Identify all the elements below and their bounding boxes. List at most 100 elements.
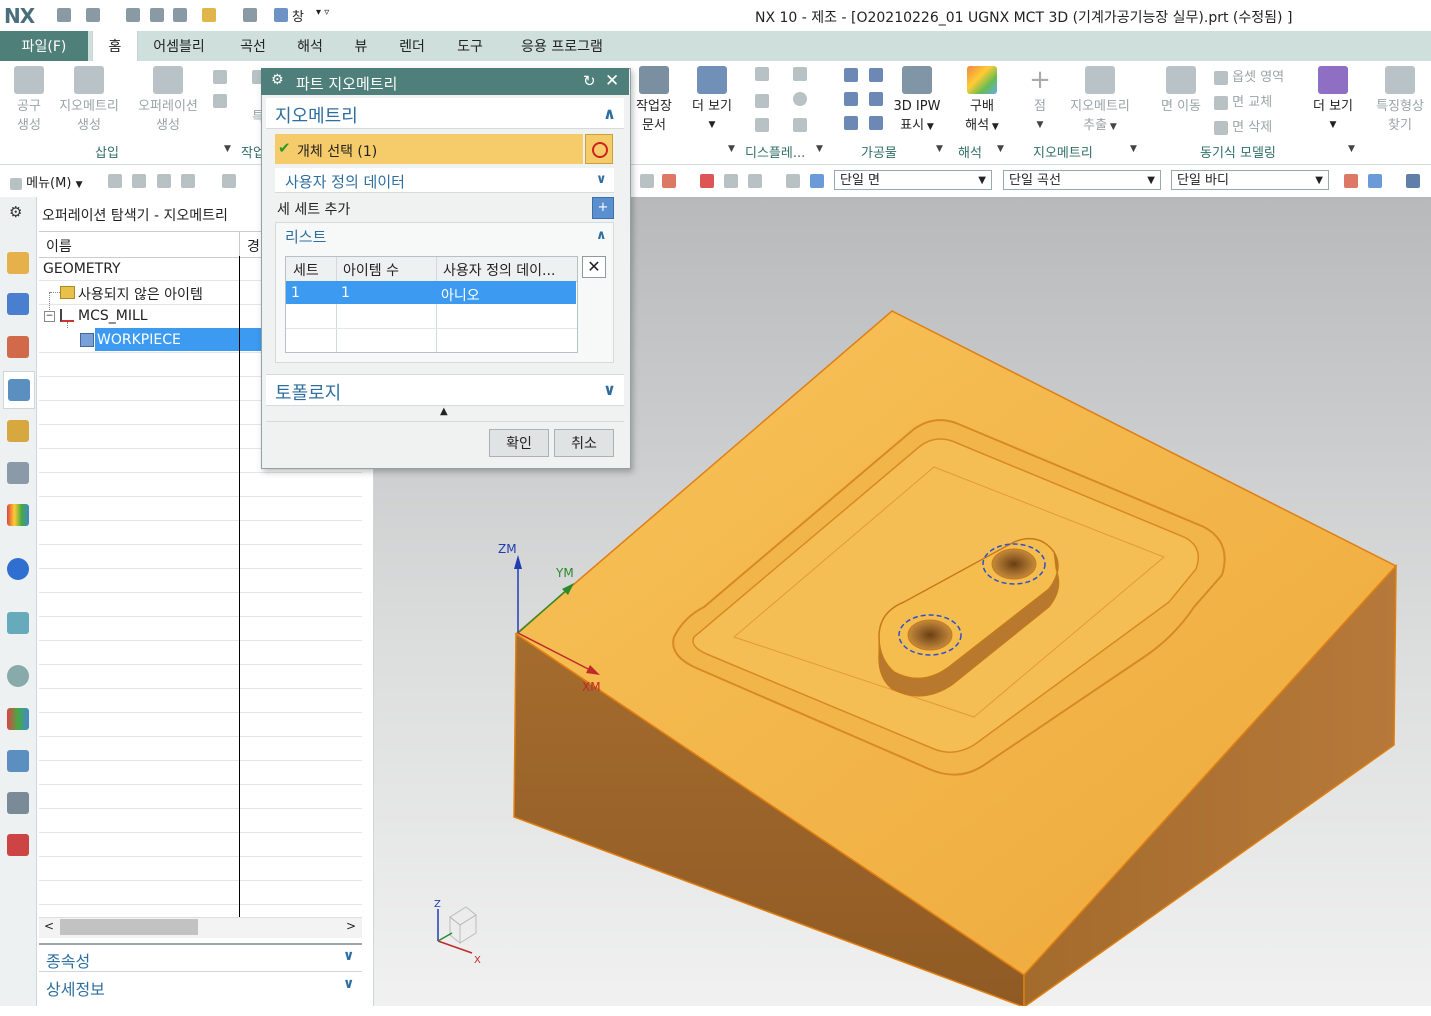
part-navigator-icon[interactable] [7, 336, 29, 358]
reuse-library-icon[interactable] [7, 504, 29, 526]
tab-file[interactable]: 파일(F) [0, 31, 88, 61]
small-tool-icon[interactable] [213, 94, 227, 108]
group-expand-icon[interactable]: ▼ [1348, 144, 1355, 154]
system-scenes-icon[interactable] [7, 834, 29, 856]
table-row[interactable] [286, 281, 576, 304]
display-icon[interactable] [755, 118, 769, 132]
tab-tools[interactable]: 도구 [447, 31, 493, 61]
history-clock-icon[interactable] [7, 665, 29, 687]
operation-navigator-tab[interactable] [3, 371, 35, 409]
point-button[interactable]: + 점 ▼ [1025, 66, 1055, 135]
toolbar-icon[interactable] [700, 174, 714, 188]
table-header-user-data[interactable]: 사용자 정의 데이... [443, 260, 555, 280]
window-menu[interactable]: 창 [292, 6, 304, 25]
draft-analysis-button[interactable]: 구배 해석 ▼ [958, 66, 1006, 137]
column-header-path[interactable]: 경 [247, 236, 260, 256]
tab-applications[interactable]: 응용 프로그램 [506, 31, 618, 61]
machining-icon[interactable] [869, 68, 883, 82]
table-header-item-count[interactable]: 아이템 수 [343, 260, 399, 280]
toolbar-icon[interactable] [640, 174, 654, 188]
machining-icon[interactable] [869, 116, 883, 130]
body-filter-dropdown[interactable]: 단일 바디 ▼ [1171, 170, 1329, 190]
group-expand-icon[interactable]: ▼ [1130, 144, 1137, 154]
touch-mode-icon[interactable] [243, 8, 257, 22]
toolbar-icon[interactable] [157, 174, 171, 188]
toolbar-icon[interactable] [786, 174, 800, 188]
scroll-right-icon[interactable]: > [346, 919, 356, 933]
chevron-up-icon[interactable]: ∧ [603, 104, 616, 123]
display-icon[interactable] [793, 92, 807, 106]
chevron-down-icon[interactable]: ∨ [343, 948, 354, 964]
group-expand-icon[interactable]: ▼ [728, 144, 735, 154]
toolbar-icon[interactable] [132, 174, 146, 188]
replace-face-button[interactable]: 면 교체 [1214, 91, 1272, 110]
curve-filter-dropdown[interactable]: 단일 곡선 ▼ [1003, 170, 1161, 190]
tab-assembly[interactable]: 어셈블리 [142, 31, 216, 61]
toolbar-icon[interactable] [662, 174, 676, 188]
group-expand-icon[interactable]: ▼ [997, 144, 1004, 154]
close-icon[interactable]: ✕ [605, 71, 619, 91]
delete-face-button[interactable]: 면 삭제 [1214, 116, 1272, 135]
cut-icon[interactable] [126, 8, 140, 22]
dialog-gear-icon[interactable]: ⚙ [271, 72, 284, 88]
group-expand-icon[interactable]: ▼ [224, 144, 231, 154]
undo-icon[interactable] [86, 8, 100, 22]
scrollbar-thumb[interactable] [60, 919, 198, 935]
display-icon[interactable] [755, 94, 769, 108]
display-icon[interactable] [755, 67, 769, 81]
tab-render[interactable]: 렌더 [389, 31, 435, 61]
toolbar-icon[interactable] [1344, 174, 1358, 188]
add-new-set-button[interactable]: + [592, 197, 614, 219]
select-object-button[interactable] [585, 134, 613, 164]
chevron-down-icon[interactable]: ∨ [596, 172, 607, 187]
tree-item-workpiece[interactable]: WORKPIECE [97, 332, 181, 348]
small-tool-icon[interactable] [213, 70, 227, 84]
face-filter-dropdown[interactable]: 단일 면 ▼ [834, 170, 992, 190]
chevron-down-icon[interactable]: ∨ [603, 380, 616, 399]
window-icon[interactable] [274, 8, 288, 22]
hd3d-tools-icon[interactable] [7, 558, 29, 580]
menu-button[interactable]: 메뉴(M) ▼ [10, 172, 82, 191]
roles-icon[interactable] [7, 792, 29, 814]
machining-icon[interactable] [844, 116, 858, 130]
toolbar-icon[interactable] [724, 174, 738, 188]
create-tool-button[interactable]: 공구 생성 [8, 66, 50, 135]
chevron-down-icon[interactable]: ∨ [343, 976, 354, 992]
move-face-button[interactable]: 면 이동 [1156, 66, 1206, 116]
toolbar-icon[interactable] [222, 174, 236, 188]
group-expand-icon[interactable]: ▼ [816, 144, 823, 154]
ok-button[interactable]: 확인 [489, 429, 549, 457]
process-studio-icon[interactable] [7, 750, 29, 772]
cancel-button[interactable]: 취소 [554, 429, 614, 457]
tab-analysis[interactable]: 해석 [287, 31, 333, 61]
arrow-right-icon[interactable] [1368, 174, 1382, 188]
tree-item-geometry[interactable]: GEOMETRY [43, 261, 121, 277]
hole-1[interactable] [907, 619, 953, 651]
machining-icon[interactable] [844, 92, 858, 106]
tree-item-mcs-mill[interactable]: MCS_MILL [78, 308, 148, 324]
system-materials-icon[interactable] [7, 708, 29, 730]
create-operation-button[interactable]: 오퍼레이션 생성 [131, 66, 205, 135]
repeat-command-icon[interactable] [202, 8, 216, 22]
create-geometry-button[interactable]: 지오메트리 생성 [52, 66, 126, 135]
reset-icon[interactable]: ↻ [583, 72, 596, 90]
offset-region-button[interactable]: 옵셋 영역 [1214, 66, 1284, 85]
assembly-navigator-icon[interactable] [7, 252, 29, 274]
save-icon[interactable] [57, 8, 71, 22]
toolbar-icon[interactable] [1406, 174, 1420, 188]
paste-icon[interactable] [173, 8, 187, 22]
tab-home[interactable]: 홈 [92, 31, 138, 61]
settings-gear-icon[interactable]: ⚙ [9, 203, 22, 221]
copy-icon[interactable] [150, 8, 164, 22]
find-features-button[interactable]: 특징형상 찾기 [1370, 66, 1430, 135]
toolbar-icon[interactable] [748, 174, 762, 188]
web-browser-icon[interactable] [7, 612, 29, 634]
chevron-up-icon[interactable]: ∧ [596, 228, 607, 243]
toolbar-icon[interactable] [810, 174, 824, 188]
show-3d-ipw-button[interactable]: 3D IPW 표시 ▼ [890, 66, 944, 137]
tab-curve[interactable]: 곡선 [230, 31, 276, 61]
hole-2[interactable] [991, 548, 1037, 580]
extract-geometry-button[interactable]: 지오메트리 추출 ▼ [1062, 66, 1138, 137]
display-icon[interactable] [793, 118, 807, 132]
more-view-button[interactable]: 더 보기 ▼ [685, 66, 739, 135]
